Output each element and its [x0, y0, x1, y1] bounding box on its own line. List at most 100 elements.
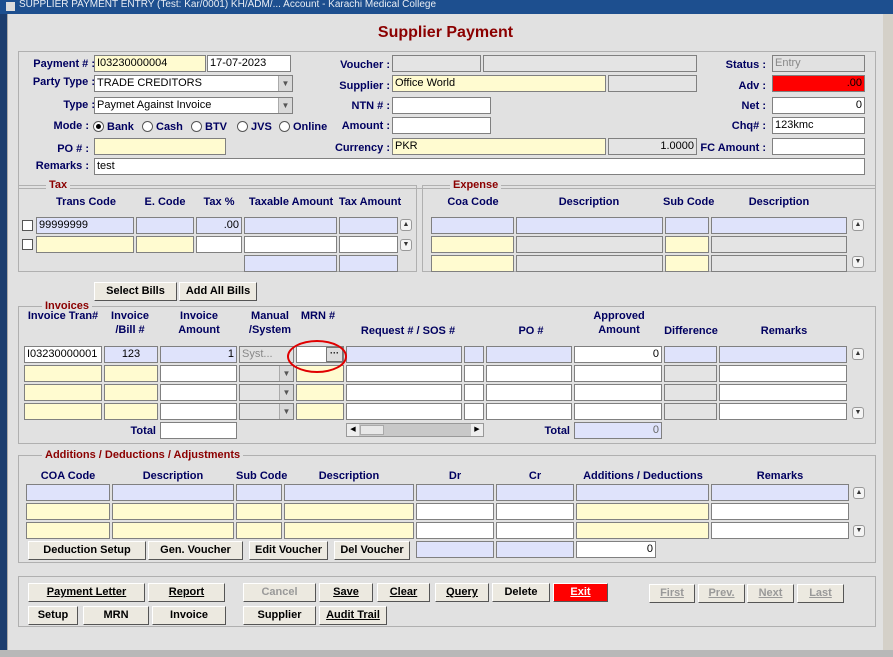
adj-row-3-cr[interactable] [496, 522, 574, 539]
inv-row-4-amount[interactable] [160, 403, 237, 420]
adj-row-1-dr[interactable] [416, 484, 494, 501]
currency-field[interactable]: PKR [392, 138, 606, 155]
cancel-button[interactable]: Cancel [243, 583, 316, 602]
query-button[interactable]: Query [435, 583, 489, 602]
chevron-down-icon[interactable]: ▼ [279, 385, 293, 400]
mode-radio-online[interactable] [279, 121, 290, 132]
adv-field[interactable]: .00 [772, 75, 865, 92]
expense-scroll-up-icon[interactable]: ▲ [852, 219, 864, 231]
payment-date-field[interactable]: 17-07-2023 [207, 55, 291, 72]
inv-row-3-remarks[interactable] [719, 384, 847, 401]
adj-row-2-remarks[interactable] [711, 503, 849, 520]
save-button[interactable]: Save [319, 583, 373, 602]
adj-row-3-add-ded[interactable] [576, 522, 709, 539]
tax-row-1-checkbox[interactable] [22, 220, 33, 231]
tax-row-2-checkbox[interactable] [22, 239, 33, 250]
party-type-select[interactable]: TRADE CREDITORS ▼ [94, 75, 293, 92]
tax-row-1-tax-amount[interactable] [339, 217, 398, 234]
inv-row-2-tran[interactable] [24, 365, 102, 382]
inv-row-2-remarks[interactable] [719, 365, 847, 382]
inv-row-1-system[interactable]: Syst... [239, 346, 294, 363]
adj-row-2-cr[interactable] [496, 503, 574, 520]
mode-radio-btv[interactable] [191, 121, 202, 132]
delete-button[interactable]: Delete [492, 583, 550, 602]
fc-amount-field[interactable] [772, 138, 865, 155]
tax-row-2-e-code[interactable] [136, 236, 194, 253]
next-button[interactable]: Next [747, 584, 794, 603]
adj-row-1-coa[interactable] [26, 484, 110, 501]
mrn-button[interactable]: MRN [83, 606, 149, 625]
inv-row-4-bill[interactable] [104, 403, 158, 420]
adj-row-3-dr[interactable] [416, 522, 494, 539]
inv-row-1-bill[interactable]: 123 [104, 346, 158, 363]
inv-row-3-approved[interactable] [574, 384, 662, 401]
inv-row-4-remarks[interactable] [719, 403, 847, 420]
chevron-down-icon[interactable]: ▼ [279, 404, 293, 419]
tax-row-1-e-code[interactable] [136, 217, 194, 234]
inv-row-3-system[interactable]: ▼ [239, 384, 294, 401]
expense-row-3-coa[interactable] [431, 255, 514, 272]
inv-row-1-tran[interactable]: I03230000001 [24, 346, 102, 363]
report-button[interactable]: Report [148, 583, 225, 602]
inv-row-3-amount[interactable] [160, 384, 237, 401]
expense-row-1-sub-code[interactable] [665, 217, 709, 234]
deduction-setup-button[interactable]: Deduction Setup [28, 541, 146, 560]
inv-row-3-po[interactable] [486, 384, 572, 401]
select-bills-button[interactable]: Select Bills [94, 282, 177, 301]
inv-row-2-request[interactable] [346, 365, 462, 382]
inv-row-1-remarks[interactable] [719, 346, 847, 363]
inv-row-4-po[interactable] [486, 403, 572, 420]
inv-row-4-mrn[interactable] [296, 403, 344, 420]
adj-row-1-sub-code[interactable] [236, 484, 282, 501]
tax-row-1-taxable[interactable] [244, 217, 337, 234]
adjustments-scroll-up-icon[interactable]: ▲ [853, 487, 865, 499]
tax-row-1-trans-code[interactable]: 99999999 [36, 217, 134, 234]
edit-voucher-button[interactable]: Edit Voucher [249, 541, 328, 560]
payment-letter-button[interactable]: Payment Letter [28, 583, 145, 602]
inv-row-4-system[interactable]: ▼ [239, 403, 294, 420]
inv-row-2-po[interactable] [486, 365, 572, 382]
inv-row-1-approved[interactable]: 0 [574, 346, 662, 363]
audit-trail-button[interactable]: Audit Trail [319, 606, 387, 625]
amount-field[interactable] [392, 117, 491, 134]
chevron-down-icon[interactable]: ▼ [279, 366, 293, 381]
scroll-left-icon[interactable]: ◀ [347, 424, 359, 436]
supplier-field[interactable]: Office World [392, 75, 606, 92]
tax-scroll-up-icon[interactable]: ▲ [400, 219, 412, 231]
po-field[interactable] [94, 138, 226, 155]
inv-row-2-amount[interactable] [160, 365, 237, 382]
del-voucher-button[interactable]: Del Voucher [334, 541, 410, 560]
ntn-field[interactable] [392, 97, 491, 114]
inv-row-2-system[interactable]: ▼ [239, 365, 294, 382]
inv-row-1-po[interactable] [486, 346, 572, 363]
payment-no-field[interactable]: I03230000004 [94, 55, 206, 72]
add-all-bills-button[interactable]: Add All Bills [179, 282, 257, 301]
chevron-down-icon[interactable]: ▼ [278, 98, 292, 113]
tax-row-2-tax-pct[interactable] [196, 236, 242, 253]
tax-scroll-down-icon[interactable]: ▼ [400, 239, 412, 251]
first-button[interactable]: First [649, 584, 695, 603]
expense-row-1-coa[interactable] [431, 217, 514, 234]
adj-row-1-cr[interactable] [496, 484, 574, 501]
adj-row-3-coa[interactable] [26, 522, 110, 539]
remarks-field[interactable]: test [94, 158, 865, 175]
adj-row-3-sub-code[interactable] [236, 522, 282, 539]
inv-row-2-approved[interactable] [574, 365, 662, 382]
tax-row-1-tax-pct[interactable]: .00 [196, 217, 242, 234]
invoice-button[interactable]: Invoice [152, 606, 226, 625]
supplier-button[interactable]: Supplier [243, 606, 316, 625]
clear-button[interactable]: Clear [377, 583, 430, 602]
adj-row-2-coa[interactable] [26, 503, 110, 520]
last-button[interactable]: Last [797, 584, 844, 603]
invoices-scroll-down-icon[interactable]: ▼ [852, 407, 864, 419]
inv-row-1-amount[interactable]: 1 [160, 346, 237, 363]
net-field[interactable]: 0 [772, 97, 865, 114]
prev-button[interactable]: Prev. [698, 584, 745, 603]
expense-row-2-sub-code[interactable] [665, 236, 709, 253]
scroll-right-icon[interactable]: ▶ [471, 424, 483, 436]
tax-row-2-taxable[interactable] [244, 236, 337, 253]
type-select[interactable]: Paymet Against Invoice ▼ [94, 97, 293, 114]
chq-field[interactable]: 123kmc [772, 117, 865, 134]
gen-voucher-button[interactable]: Gen. Voucher [148, 541, 243, 560]
inv-row-2-bill[interactable] [104, 365, 158, 382]
